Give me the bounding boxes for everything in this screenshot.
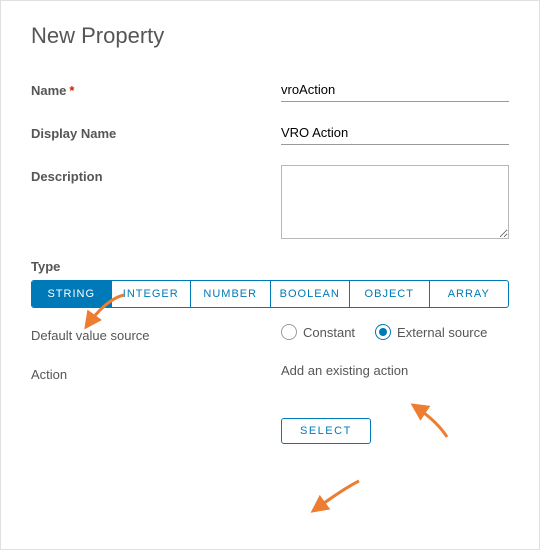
display-name-label: Display Name [31, 122, 281, 141]
description-textarea[interactable] [281, 165, 509, 239]
radio-constant-label: Constant [303, 325, 355, 340]
type-option-object[interactable]: OBJECT [350, 281, 430, 307]
description-label: Description [31, 165, 281, 184]
type-option-boolean[interactable]: BOOLEAN [271, 281, 351, 307]
type-option-string[interactable]: STRING [32, 281, 112, 307]
select-action-button[interactable]: SELECT [281, 418, 371, 444]
name-label: Name* [31, 79, 281, 98]
field-display-name-row: Display Name [31, 122, 509, 145]
action-label: Action [31, 363, 281, 382]
default-source-radio-group: Constant External source [281, 324, 509, 340]
action-hint: Add an existing action [281, 363, 509, 378]
radio-constant[interactable]: Constant [281, 324, 355, 340]
name-input[interactable] [281, 79, 509, 102]
radio-icon [281, 324, 297, 340]
field-description-row: Description [31, 165, 509, 239]
action-row: Action Add an existing action SELECT [31, 363, 509, 444]
radio-icon [375, 324, 391, 340]
type-label: Type [31, 259, 509, 274]
default-source-row: Default value source Constant External s… [31, 324, 509, 343]
type-segmented-control: STRING INTEGER NUMBER BOOLEAN OBJECT ARR… [31, 280, 509, 308]
radio-external-label: External source [397, 325, 487, 340]
radio-external-source[interactable]: External source [375, 324, 487, 340]
field-name-row: Name* [31, 79, 509, 102]
type-option-array[interactable]: ARRAY [430, 281, 509, 307]
annotation-arrow-icon [303, 475, 363, 519]
type-option-number[interactable]: NUMBER [191, 281, 271, 307]
display-name-input[interactable] [281, 122, 509, 145]
type-option-integer[interactable]: INTEGER [112, 281, 192, 307]
required-asterisk-icon: * [69, 83, 74, 98]
action-column: Add an existing action SELECT [281, 363, 509, 444]
default-source-label: Default value source [31, 324, 281, 343]
page-title: New Property [31, 23, 509, 49]
